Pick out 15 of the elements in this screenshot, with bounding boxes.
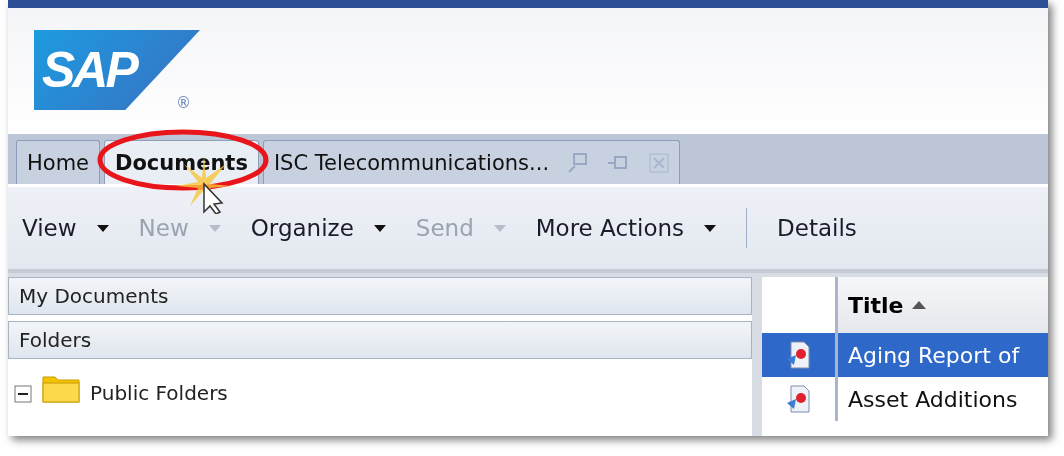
toolbar-button[interactable]: View bbox=[22, 215, 109, 241]
panel-header[interactable]: Folders bbox=[8, 321, 752, 359]
table-cell-text: Aging Report of bbox=[847, 341, 1021, 370]
toolbar-button[interactable]: Organize bbox=[250, 215, 386, 241]
panel-header[interactable]: My Documents bbox=[8, 277, 752, 315]
table-row[interactable]: Asset Additions bbox=[762, 377, 1048, 421]
column-header[interactable]: Title bbox=[838, 277, 1048, 333]
toolbar-button[interactable]: More Actions bbox=[535, 215, 717, 241]
registered-mark: ® bbox=[176, 94, 191, 112]
toolbar-button[interactable]: Details bbox=[777, 215, 857, 241]
tab[interactable]: Home bbox=[16, 140, 100, 184]
tab[interactable]: ISC Telecommunications... bbox=[262, 140, 681, 184]
table-cell-text: Asset Additions bbox=[847, 385, 1019, 414]
tree-item[interactable]: Public Folders bbox=[90, 381, 228, 405]
table-row[interactable]: Aging Report of bbox=[762, 333, 1048, 377]
